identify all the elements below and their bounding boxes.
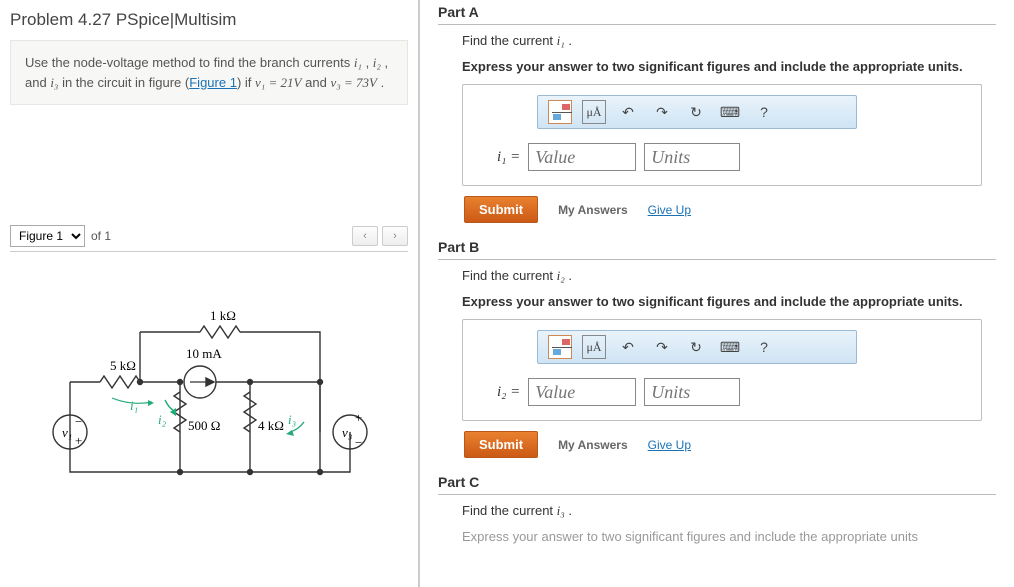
problem-statement: Use the node-voltage method to find the … bbox=[10, 40, 408, 105]
figure-next-button[interactable]: › bbox=[382, 226, 408, 246]
label-v3: v₃ bbox=[342, 425, 352, 440]
redo-icon[interactable]: ↷ bbox=[650, 100, 674, 124]
template-icon[interactable] bbox=[548, 100, 572, 124]
part-b-value-input[interactable] bbox=[528, 378, 636, 406]
label-v1: v₁ bbox=[62, 425, 72, 440]
figure-count: of 1 bbox=[91, 229, 111, 243]
keyboard-icon[interactable]: ⌨ bbox=[718, 335, 742, 359]
figure-link[interactable]: Figure 1 bbox=[189, 75, 237, 90]
i1-sym: i₁ bbox=[354, 55, 362, 70]
part-a-find: Find the current i₁ . bbox=[462, 33, 982, 49]
t: Find the current bbox=[462, 268, 557, 283]
part-a-instruction: Express your answer to two significant f… bbox=[462, 59, 982, 74]
part-a-title: Part A bbox=[438, 4, 996, 25]
keyboard-icon[interactable]: ⌨ bbox=[718, 100, 742, 124]
var: i₃ bbox=[557, 503, 565, 518]
svg-text:−: − bbox=[355, 435, 362, 450]
undo-icon[interactable]: ↶ bbox=[616, 335, 640, 359]
part-a-answer-block: μÅ ↶ ↷ ↻ ⌨ ? i₁ = bbox=[462, 84, 982, 186]
v1eq: v₁ = 21V bbox=[255, 75, 302, 90]
figure-prev-button[interactable]: ‹ bbox=[352, 226, 378, 246]
part-c-title: Part C bbox=[438, 474, 996, 495]
t: , bbox=[362, 55, 373, 70]
t: . bbox=[565, 268, 572, 283]
part-b-units-input[interactable] bbox=[644, 378, 740, 406]
part-b-instruction: Express your answer to two significant f… bbox=[462, 294, 982, 309]
help-icon[interactable]: ? bbox=[752, 335, 776, 359]
t: and bbox=[302, 75, 331, 90]
part-c-instruction-cut: Express your answer to two significant f… bbox=[462, 529, 982, 544]
circuit-diagram: 1 kΩ 5 kΩ 10 mA 500 Ω 4 kΩ v₁ v₃ − + + − i… bbox=[20, 302, 380, 512]
part-a-my-answers: My Answers bbox=[558, 203, 628, 217]
reset-icon[interactable]: ↻ bbox=[684, 100, 708, 124]
part-a-giveup-link[interactable]: Give Up bbox=[648, 203, 691, 217]
i2-sym: i₂ bbox=[373, 55, 381, 70]
left-pane: Problem 4.27 PSpice|Multisim Use the nod… bbox=[0, 0, 420, 587]
part-b-find: Find the current i₂ . bbox=[462, 268, 982, 284]
part-b-answer-block: μÅ ↶ ↷ ↻ ⌨ ? i₂ = bbox=[462, 319, 982, 421]
label-1k: 1 kΩ bbox=[210, 308, 236, 323]
label-4k: 4 kΩ bbox=[258, 418, 284, 433]
t: ) if bbox=[237, 75, 255, 90]
problem-title: Problem 4.27 PSpice|Multisim bbox=[10, 6, 408, 40]
var: i₁ bbox=[557, 33, 565, 48]
part-a-value-input[interactable] bbox=[528, 143, 636, 171]
prob-text: Use the node-voltage method to find the … bbox=[25, 55, 354, 70]
svg-text:+: + bbox=[75, 433, 82, 448]
figure-toolbar: Figure 1 of 1 ‹ › bbox=[10, 225, 408, 252]
units-button[interactable]: μÅ bbox=[582, 100, 606, 124]
label-i3: i₃ bbox=[288, 412, 296, 427]
part-b-lhs: i₂ = bbox=[497, 384, 520, 401]
t: . bbox=[565, 503, 572, 518]
template-icon[interactable] bbox=[548, 335, 572, 359]
label-10ma: 10 mA bbox=[186, 346, 222, 361]
right-pane: Part A Find the current i₁ . Express you… bbox=[420, 0, 1014, 587]
var: i₂ bbox=[557, 268, 565, 283]
part-a-units-input[interactable] bbox=[644, 143, 740, 171]
part-b-title: Part B bbox=[438, 239, 996, 260]
label-i2: i₂ bbox=[158, 412, 167, 427]
t: . bbox=[377, 75, 384, 90]
part-c-find: Find the current i₃ . bbox=[462, 503, 982, 519]
part-b-submit-button[interactable]: Submit bbox=[464, 431, 538, 458]
help-icon[interactable]: ? bbox=[752, 100, 776, 124]
answer-toolbar: μÅ ↶ ↷ ↻ ⌨ ? bbox=[537, 95, 857, 129]
part-b-giveup-link[interactable]: Give Up bbox=[648, 438, 691, 452]
part-a-submit-button[interactable]: Submit bbox=[464, 196, 538, 223]
svg-text:−: − bbox=[75, 414, 82, 429]
v3eq: v₃ = 73V bbox=[330, 75, 377, 90]
t: . bbox=[565, 33, 572, 48]
t: Find the current bbox=[462, 503, 557, 518]
label-5k: 5 kΩ bbox=[110, 358, 136, 373]
units-button[interactable]: μÅ bbox=[582, 335, 606, 359]
part-a-lhs: i₁ = bbox=[497, 149, 520, 166]
redo-icon[interactable]: ↷ bbox=[650, 335, 674, 359]
label-i1: i₁ bbox=[130, 398, 138, 413]
figure-select[interactable]: Figure 1 bbox=[10, 225, 85, 247]
answer-toolbar: μÅ ↶ ↷ ↻ ⌨ ? bbox=[537, 330, 857, 364]
svg-text:+: + bbox=[355, 410, 362, 425]
part-b-my-answers: My Answers bbox=[558, 438, 628, 452]
t: Find the current bbox=[462, 33, 557, 48]
figure-area: 1 kΩ 5 kΩ 10 mA 500 Ω 4 kΩ v₁ v₃ − + + − i… bbox=[10, 252, 408, 535]
t: in the circuit in figure ( bbox=[58, 75, 189, 90]
label-500: 500 Ω bbox=[188, 418, 220, 433]
reset-icon[interactable]: ↻ bbox=[684, 335, 708, 359]
undo-icon[interactable]: ↶ bbox=[616, 100, 640, 124]
